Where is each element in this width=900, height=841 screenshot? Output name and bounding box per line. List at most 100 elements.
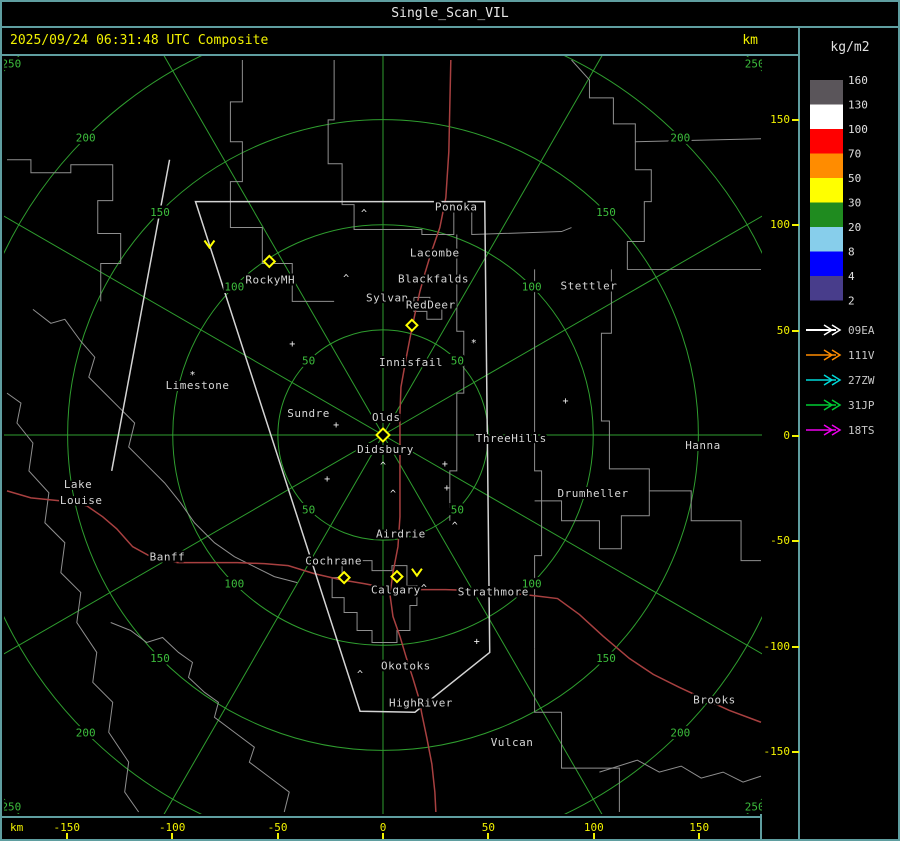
city-label: Stettler	[561, 279, 618, 292]
city-label: Sundre	[287, 407, 330, 420]
radar-site-marker	[405, 318, 419, 333]
header-bar: 2025/09/24 06:31:48 UTC Composite km	[2, 28, 798, 54]
color-swatch	[810, 202, 843, 227]
axis-tick	[65, 833, 68, 839]
ring-distance-label: 200	[76, 132, 96, 145]
ring-distance-label: 250	[745, 801, 762, 814]
town-marker: +	[442, 459, 448, 470]
color-swatch	[810, 80, 843, 105]
town-marker: ^	[390, 489, 396, 500]
county-boundary	[649, 490, 762, 562]
county-boundary	[32, 308, 298, 584]
color-swatch-label: 4	[848, 270, 855, 283]
radar-map[interactable]: 50 100 150 200 250 50 100 150 200 250 50 100 150 200 2…	[4, 56, 762, 814]
city-label: Calgary	[371, 584, 421, 597]
county-boundary	[626, 141, 762, 270]
right-axis-label: -100	[763, 639, 791, 653]
city-label: Drumheller	[558, 487, 629, 500]
town-marker: +	[474, 636, 480, 647]
radar-id-label: 09EA	[848, 324, 875, 337]
axis-tick	[276, 833, 279, 839]
city-label: Lake	[64, 478, 92, 491]
ring-distance-label: 150	[150, 206, 170, 219]
scan-timestamp: 2025/09/24 06:31:48 UTC Composite	[10, 33, 269, 48]
ring-distance-label: 100	[224, 280, 244, 293]
city-label: RockyMH	[245, 273, 295, 286]
city-label: Louise	[60, 494, 103, 507]
city-label: Cochrane	[305, 555, 362, 568]
chevron-marker	[411, 568, 423, 578]
city-label: Didsbury	[357, 443, 414, 456]
city-label: ThreeHills	[476, 432, 547, 445]
ring-distance-label: 50	[451, 355, 464, 368]
town-marker: *	[189, 370, 195, 381]
radial-line	[163, 434, 384, 814]
axis-tick	[792, 118, 799, 121]
town-marker: +	[563, 396, 569, 407]
city-label: Lacombe	[410, 246, 460, 259]
color-swatch-label: 2	[848, 295, 855, 308]
color-swatch	[810, 153, 843, 178]
axis-tick	[792, 751, 799, 754]
window-title: Single_Scan_VIL	[2, 2, 898, 28]
city-label: Airdrie	[376, 528, 426, 541]
color-swatch-label: 30	[848, 197, 861, 210]
county-boundary	[534, 269, 543, 649]
color-swatch	[810, 178, 843, 203]
city-label: Ponoka	[435, 201, 478, 214]
ring-distance-label: 50	[451, 503, 464, 516]
town-marker: *	[471, 338, 477, 349]
axis-tick	[171, 833, 174, 839]
town-marker: ^	[421, 584, 427, 595]
city-label: Olds	[372, 411, 400, 424]
right-axis-label: 100	[770, 218, 790, 232]
radar-id-label: 27ZW	[848, 374, 875, 387]
ring-distance-label: 50	[302, 503, 315, 516]
right-axis-label: -50	[770, 534, 790, 548]
county-boundary	[534, 648, 620, 813]
map-bottom-border	[2, 816, 762, 818]
color-swatch	[810, 227, 843, 252]
ring-distance-label: 100	[224, 578, 244, 591]
city-label: Okotoks	[381, 659, 431, 672]
radial-line	[4, 434, 384, 655]
app-window: Single_Scan_VIL 2025/09/24 06:31:48 UTC …	[0, 0, 900, 841]
axis-tick	[792, 224, 799, 227]
ring-distance-label: 200	[670, 132, 690, 145]
radar-id-label: 31JP	[848, 399, 875, 412]
town-marker: ^	[361, 209, 367, 220]
city-label: Brooks	[693, 693, 736, 706]
county-boundary	[599, 759, 762, 783]
axis-tick	[792, 435, 799, 437]
ring-distance-label: 200	[670, 726, 690, 739]
city-label: Innisfail	[379, 356, 443, 369]
axis-tick	[592, 833, 595, 839]
ring-distance-label: 250	[4, 57, 21, 70]
right-axis-label: 50	[776, 323, 790, 337]
radar-id-label: 111V	[848, 349, 875, 362]
town-marker: +	[333, 420, 339, 431]
right-axis-label: -150	[763, 745, 791, 759]
axis-tick	[792, 329, 799, 332]
town-marker: ^	[357, 669, 363, 680]
color-swatch	[810, 276, 843, 301]
county-boundary	[6, 159, 122, 302]
legend-panel: 160 130 100 70 50 30 20 8 4 2 09EA 111V 27ZW 31JP 18TS	[806, 74, 875, 437]
ring-distance-label: 100	[522, 280, 542, 293]
city-label: Vulcan	[491, 736, 534, 749]
town-marker: +	[444, 483, 450, 494]
radar-id-label: 18TS	[848, 424, 875, 437]
town-marker: +	[324, 474, 330, 485]
city-label: RedDeer	[406, 298, 456, 311]
town-marker: ^	[452, 521, 458, 532]
color-swatch	[810, 251, 843, 276]
city-label: HighRiver	[389, 696, 453, 709]
town-marker: ^	[343, 273, 349, 284]
color-swatch-label: 100	[848, 123, 868, 136]
axis-tick	[792, 645, 799, 648]
axis-tick	[698, 833, 701, 839]
bottom-axis-unit-label: km	[10, 821, 24, 834]
right-axis-unit-label: km	[742, 33, 758, 48]
color-swatch-label: 8	[848, 246, 855, 259]
city-label: Strathmore	[458, 586, 529, 599]
